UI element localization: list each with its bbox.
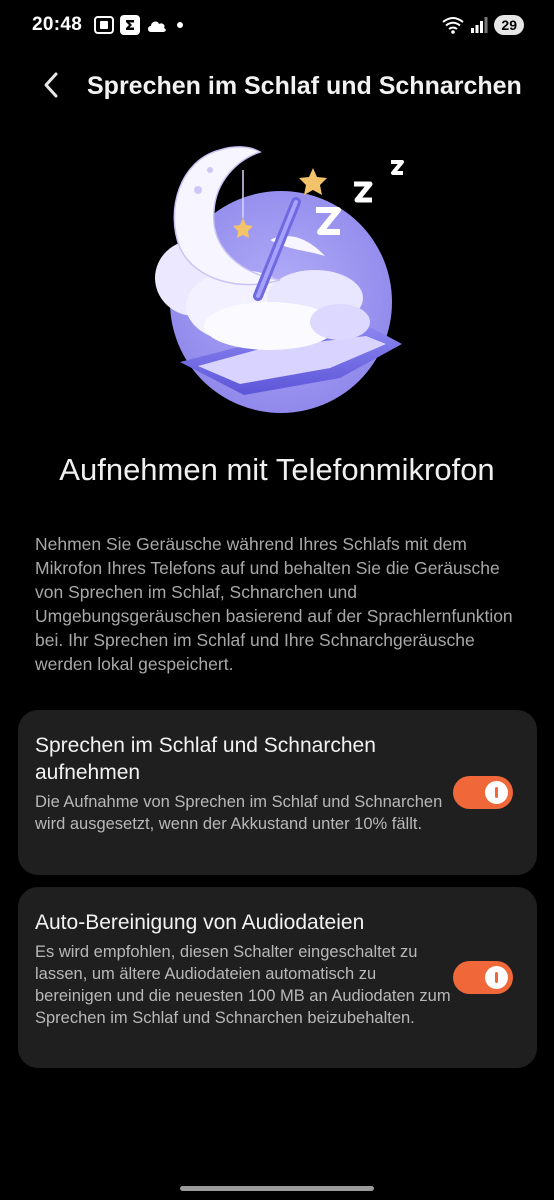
cloud-icon	[148, 21, 166, 32]
record-toggle[interactable]	[453, 776, 513, 809]
battery-indicator: 29	[494, 15, 524, 35]
chevron-left-icon	[44, 72, 58, 98]
status-icons-left	[94, 14, 186, 36]
setting-title: Auto-Bereinigung von Audiodateien	[35, 911, 365, 934]
status-time: 20:48	[32, 14, 83, 35]
status-icons-right: 29	[442, 14, 524, 36]
toggle-knob	[485, 966, 508, 989]
status-bar: 20:48 29	[0, 0, 554, 52]
auto-cleanup-toggle[interactable]	[453, 961, 513, 994]
section-heading: Aufnehmen mit Telefonmikrofon	[59, 452, 495, 487]
home-indicator[interactable]	[180, 1186, 374, 1191]
back-button[interactable]	[34, 68, 68, 102]
setting-card-auto-cleanup[interactable]: Auto-Bereinigung von Audiodateien Es wir…	[18, 887, 537, 1068]
feature-description: Nehmen Sie Geräusche während Ihres Schla…	[35, 534, 513, 674]
sleeping-moon-illustration	[155, 146, 404, 413]
wifi-icon	[442, 17, 465, 34]
setting-description: Es wird empfohlen, diesen Schalter einge…	[35, 943, 451, 1027]
toggle-knob	[485, 781, 508, 804]
dot-icon	[177, 22, 183, 28]
setting-description: Die Aufnahme von Sprechen im Schlaf und …	[35, 793, 443, 833]
sigma-icon	[120, 15, 140, 35]
screenshot-icon	[94, 16, 114, 34]
signal-icon	[471, 17, 488, 33]
app-header: Sprechen im Schlaf und Schnarchen	[0, 62, 554, 108]
page-title: Sprechen im Schlaf und Schnarchen	[87, 72, 522, 100]
setting-title: Sprechen im Schlaf und Schnarchen aufneh…	[35, 734, 376, 784]
setting-card-record[interactable]: Sprechen im Schlaf und Schnarchen aufneh…	[18, 710, 537, 875]
